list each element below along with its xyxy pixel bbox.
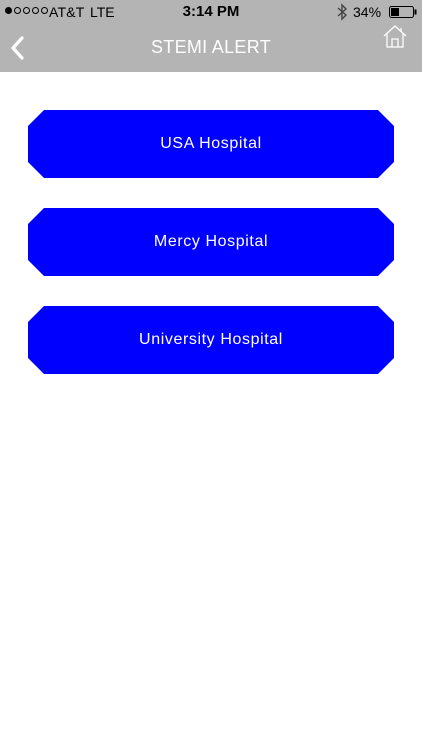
home-icon[interactable] bbox=[382, 24, 408, 50]
status-bar: AT&T LTE 3:14 PM 34% bbox=[0, 0, 422, 24]
navigation-bar: STEMI ALERT bbox=[0, 24, 422, 72]
university-hospital-button[interactable]: University Hospital bbox=[28, 306, 394, 374]
usa-hospital-button[interactable]: USA Hospital bbox=[28, 110, 394, 178]
battery-percent: 34% bbox=[353, 4, 382, 20]
battery-icon bbox=[389, 6, 417, 18]
page-title: STEMI ALERT bbox=[150, 37, 271, 57]
mercy-hospital-button[interactable]: Mercy Hospital bbox=[28, 208, 394, 276]
bluetooth-icon bbox=[337, 3, 348, 21]
